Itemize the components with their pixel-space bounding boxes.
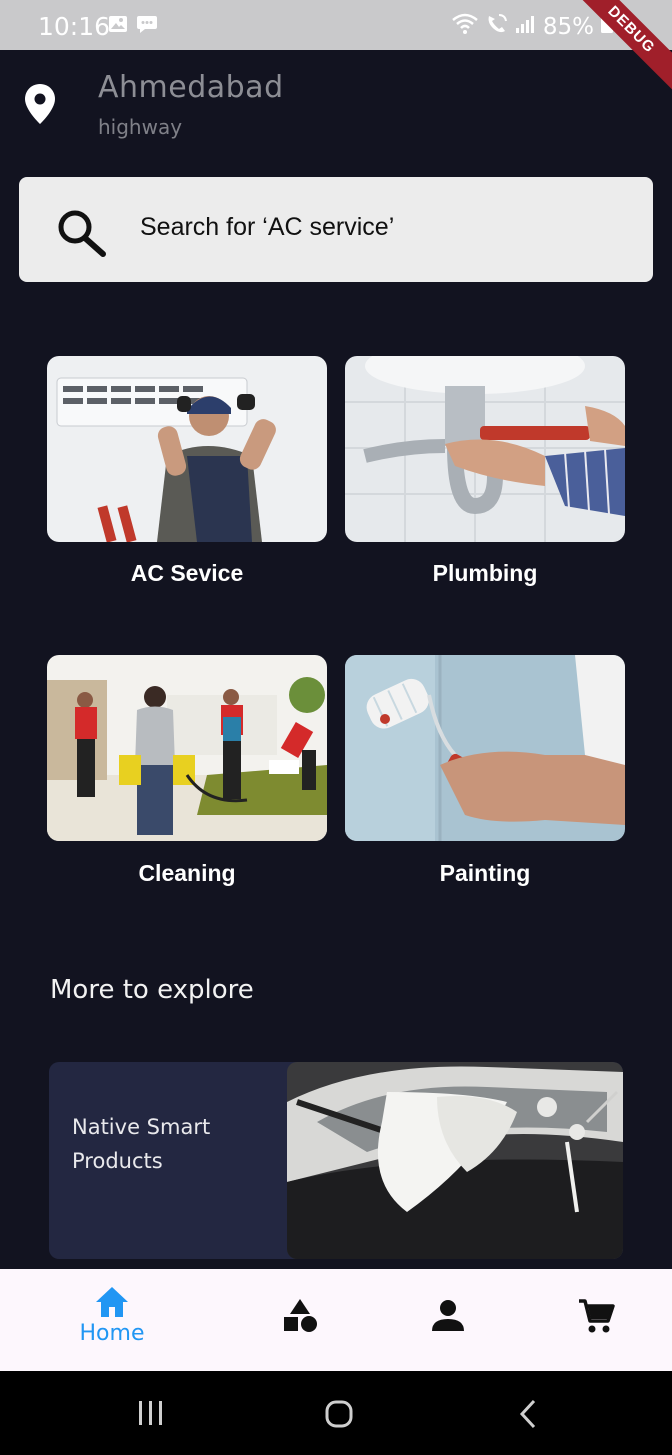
person-icon xyxy=(430,1297,466,1338)
nav-label-home: Home xyxy=(79,1321,145,1346)
search-placeholder[interactable]: Search for ‘AC service’ xyxy=(140,213,394,242)
plumbing-photo xyxy=(345,356,625,542)
wifi-call-icon xyxy=(485,13,509,41)
gallery-notification-icon xyxy=(108,14,128,39)
signal-icon xyxy=(515,14,537,40)
chat-notification-icon xyxy=(136,14,158,39)
promo-card[interactable]: Native Smart Products xyxy=(49,1062,623,1259)
service-card-ac[interactable] xyxy=(47,356,327,542)
location-city[interactable]: Ahmedabad xyxy=(98,70,284,105)
service-label-plumbing[interactable]: Plumbing xyxy=(345,560,625,587)
home-icon xyxy=(94,1285,130,1319)
service-card-cleaning[interactable] xyxy=(47,655,327,841)
promo-label[interactable]: Native Smart Products xyxy=(72,1110,272,1178)
location-pin-icon[interactable] xyxy=(22,82,58,131)
status-bar: 10:16 85% DEBUG xyxy=(0,0,672,100)
battery-text: 85% xyxy=(542,14,594,40)
categories-icon xyxy=(282,1297,318,1338)
service-label-painting[interactable]: Painting xyxy=(345,860,625,887)
cleaning-photo xyxy=(47,655,327,841)
more-to-explore-title: More to explore xyxy=(50,975,254,1005)
nav-item-categories[interactable] xyxy=(260,1269,340,1371)
cart-icon xyxy=(577,1297,615,1340)
bottom-nav: Home xyxy=(0,1269,672,1371)
service-card-painting[interactable] xyxy=(345,655,625,841)
status-time: 10:16 xyxy=(38,12,111,41)
painting-photo xyxy=(345,655,625,841)
location-area[interactable]: highway xyxy=(98,115,182,139)
promo-image xyxy=(287,1062,623,1259)
service-label-ac[interactable]: AC Sevice xyxy=(47,560,327,587)
search-bar[interactable]: Search for ‘AC service’ xyxy=(19,177,653,282)
service-label-cleaning[interactable]: Cleaning xyxy=(47,860,327,887)
nav-item-cart[interactable] xyxy=(556,1269,636,1371)
system-nav-bar xyxy=(0,1371,672,1455)
car-wash-photo xyxy=(287,1062,623,1259)
home-button-icon[interactable] xyxy=(324,1399,354,1434)
search-icon xyxy=(55,208,109,263)
back-icon[interactable] xyxy=(516,1399,540,1434)
nav-item-home[interactable]: Home xyxy=(54,1269,170,1371)
wifi-icon xyxy=(451,13,479,41)
ac-service-photo xyxy=(47,356,327,542)
nav-item-profile[interactable] xyxy=(408,1269,488,1371)
recent-apps-icon[interactable] xyxy=(136,1399,166,1432)
status-right: 85% xyxy=(451,13,614,41)
service-card-plumbing[interactable] xyxy=(345,356,625,542)
